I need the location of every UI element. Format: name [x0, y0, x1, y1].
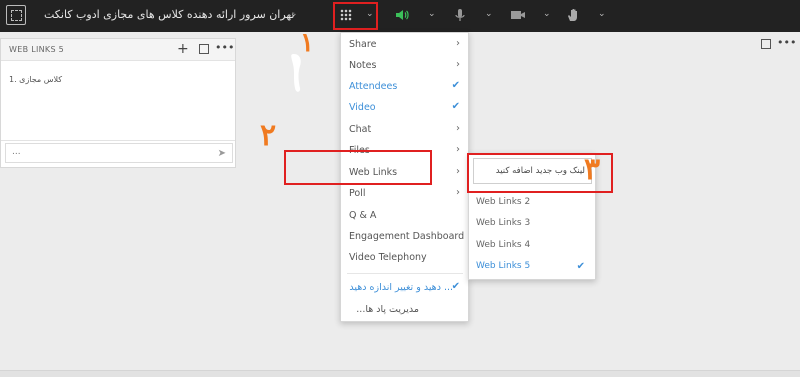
- submenu-item-web-links-5[interactable]: Web Links 5: [476, 261, 530, 271]
- menu-divider: [347, 273, 463, 274]
- list-item[interactable]: کلاس مجازی .1: [9, 75, 62, 84]
- right-pod-header: •••: [468, 34, 800, 54]
- checkmark-icon: ✔: [451, 80, 460, 91]
- link-input[interactable]: ... ➤: [5, 143, 233, 163]
- menu-item-manage-pods[interactable]: مدیریت پاد ها...: [349, 304, 419, 315]
- pod-header: WEB LINKS 5 + •••: [1, 39, 235, 61]
- submenu-item-web-links-3[interactable]: Web Links 3: [476, 218, 530, 228]
- menu-item-video[interactable]: Video: [349, 102, 376, 113]
- menu-item-engagement-dashboard[interactable]: Engagement Dashboard: [349, 231, 464, 242]
- menu-item-qa[interactable]: Q & A: [349, 210, 376, 221]
- pod-list: کلاس مجازی .1: [1, 61, 235, 141]
- web-links-pod: WEB LINKS 5 + ••• کلاس مجازی .1 ... ➤: [0, 38, 236, 168]
- speaker-icon[interactable]: [394, 7, 410, 23]
- submenu-item-web-links-4[interactable]: Web Links 4: [476, 240, 530, 250]
- chevron-right-icon: ›: [456, 166, 460, 177]
- chevron-right-icon: ›: [456, 144, 460, 155]
- microphone-icon[interactable]: [452, 7, 468, 23]
- maximize-icon[interactable]: [761, 39, 771, 49]
- checkmark-icon: ✔: [451, 101, 460, 112]
- annotation-number-2: ۲: [260, 118, 277, 153]
- menu-item-notes[interactable]: Notes: [349, 60, 376, 71]
- menu-item-video-telephony[interactable]: Video Telephony: [349, 252, 427, 263]
- raise-hand-icon[interactable]: [566, 7, 582, 23]
- chevron-down-icon[interactable]: ⌄: [428, 9, 436, 19]
- camera-icon[interactable]: [510, 7, 526, 23]
- link-input-placeholder: ...: [12, 147, 21, 157]
- menu-item-attendees[interactable]: Attendees: [349, 81, 397, 92]
- chevron-down-icon[interactable]: ⌄: [485, 9, 493, 19]
- more-options-icon[interactable]: •••: [777, 36, 796, 49]
- checkmark-icon: ✔: [576, 261, 585, 272]
- checkmark-icon: ✔: [451, 281, 460, 292]
- meeting-title[interactable]: تهران سرور ارائه دهنده کلاس های مجازی اد…: [44, 8, 295, 21]
- fullscreen-icon[interactable]: [6, 5, 26, 25]
- chevron-right-icon: ›: [456, 59, 460, 70]
- menu-item-chat[interactable]: Chat: [349, 124, 371, 135]
- annotation-number-3: ۳: [584, 152, 601, 187]
- top-bar: تهران سرور ارائه دهنده کلاس های مجازی اد…: [0, 0, 800, 32]
- menu-item-poll[interactable]: Poll: [349, 188, 365, 199]
- annotation-box-2: [284, 150, 432, 185]
- chevron-right-icon: ›: [456, 187, 460, 198]
- more-options-icon[interactable]: •••: [215, 41, 234, 54]
- add-icon[interactable]: +: [177, 41, 189, 57]
- chevron-right-icon: ›: [456, 38, 460, 49]
- chevron-down-icon[interactable]: ⌄: [543, 9, 551, 19]
- chevron-down-icon[interactable]: ⌄: [290, 9, 298, 19]
- send-icon[interactable]: ➤: [218, 148, 226, 159]
- maximize-icon[interactable]: [199, 44, 209, 54]
- bottom-bar: [0, 370, 800, 377]
- eraser-mark: [291, 54, 301, 92]
- menu-item-resize[interactable]: ... دهید و تغییر اندازه دهید: [349, 282, 453, 293]
- annotation-box-1: [333, 2, 378, 30]
- chevron-right-icon: ›: [456, 123, 460, 134]
- submenu-item-web-links-2[interactable]: Web Links 2: [476, 197, 530, 207]
- pod-title: WEB LINKS 5: [9, 45, 65, 54]
- chevron-down-icon[interactable]: ⌄: [598, 9, 606, 19]
- menu-item-share[interactable]: Share: [349, 39, 376, 50]
